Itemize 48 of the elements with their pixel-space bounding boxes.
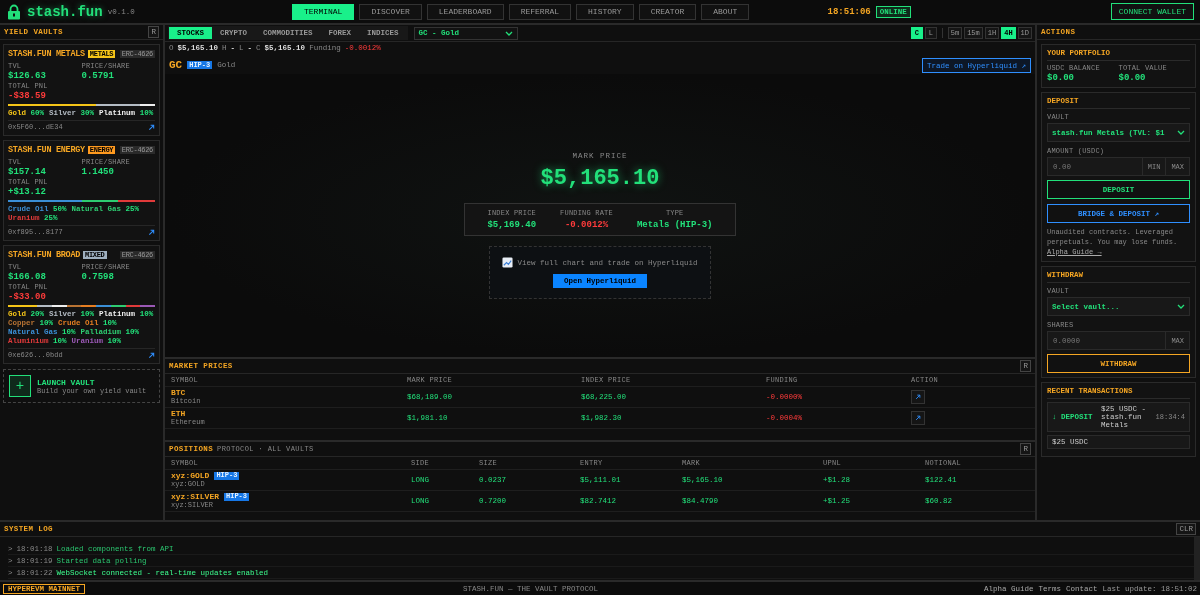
nav-tab[interactable]: HISTORY [576,3,634,20]
nav-tab[interactable]: CREATOR [638,3,697,20]
pnl-value: +$13.12 [8,187,47,197]
position-symbol: xyz:SILVER [171,492,219,501]
launch-title: LAUNCH VAULT [37,377,96,387]
external-link-icon [915,394,921,400]
stat-value: $157.14 [8,167,47,177]
nav-tab[interactable]: ABOUT [701,3,750,20]
stat-value: $126.63 [8,71,47,81]
stat-value: $0.00 [1118,73,1147,83]
stat-value: -0.0012% [564,220,609,230]
stat-value: 1.1450 [81,167,115,177]
connect-wallet-button[interactable]: CONNECT WALLET [1110,3,1194,20]
external-link-icon[interactable] [148,123,155,131]
pnl-value: -$33.00 [8,292,47,302]
nav-tab[interactable]: TERMINAL [292,3,355,20]
open-market-button[interactable] [911,390,925,404]
logo-text[interactable]: stash.fun [27,3,103,20]
chevron-down-icon [1177,304,1185,310]
vault-card[interactable] [3,245,160,364]
stat-value: $166.08 [8,272,47,282]
external-link-icon [915,415,921,421]
chevron-down-icon [1177,130,1185,135]
nav-tab[interactable]: LEADERBOARD [426,3,504,20]
stat-value: 0.5791 [81,71,115,81]
clock: 18:51:06 [827,6,871,17]
stat-value: 0.7598 [81,272,115,282]
stat-value: $5,169.40 [487,220,537,230]
vault-name: STASH.FUN ENERGY [8,145,85,155]
pnl-value: -$38.59 [8,91,47,101]
lock-logo-icon [6,3,22,20]
stat-value: $0.00 [1047,73,1075,83]
nav-tab[interactable]: DISCOVER [359,3,422,20]
chart-icon [502,257,514,268]
mark-price: $5,165.10 [540,166,660,191]
open-market-button[interactable] [911,411,925,425]
vault-name: STASH.FUN METALS [8,49,85,59]
plus-icon: + [9,375,31,397]
external-link-icon[interactable] [148,351,155,359]
vault-name: STASH.FUN BROAD [8,250,80,260]
instrument-symbol: GC [169,59,183,71]
chevron-down-icon [504,30,513,36]
external-link-icon[interactable] [148,228,155,236]
asset-symbol: BTC [171,388,187,398]
position-symbol: xyz:GOLD [171,471,210,480]
nav-tab[interactable]: REFERRAL [508,3,572,20]
stat-value: Metals (HIP-3) [636,220,713,230]
asset-symbol: ETH [171,409,187,419]
